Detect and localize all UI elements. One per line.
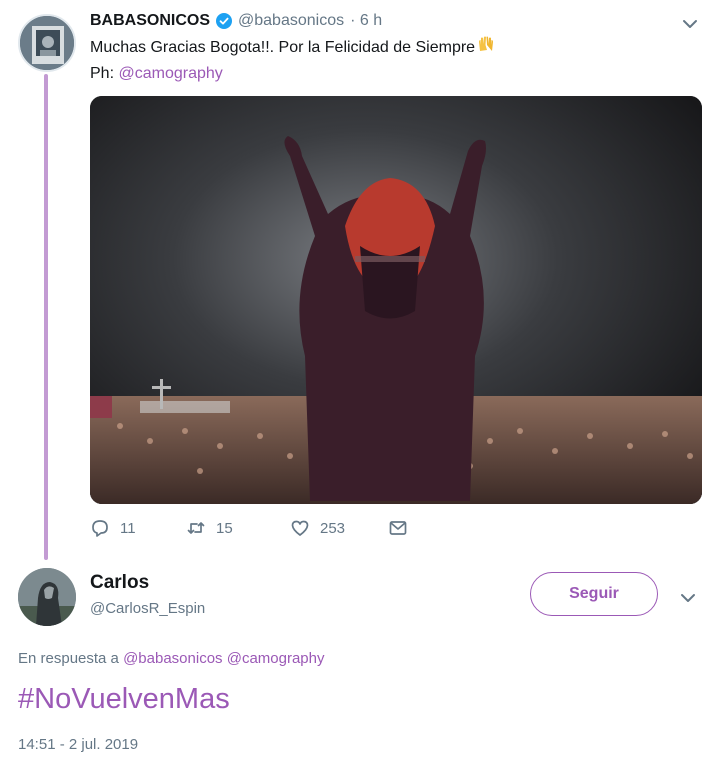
like-action[interactable]: 253 <box>290 518 388 538</box>
author-name[interactable]: BABASONICOS <box>90 12 210 30</box>
reply-context: En respuesta a @babasonicos @camography <box>18 650 325 667</box>
avatar-image <box>18 568 76 626</box>
like-count: 253 <box>320 519 346 537</box>
avatar[interactable] <box>18 14 76 72</box>
credit-mention-link[interactable]: @camography <box>118 65 222 82</box>
chevron-down-icon[interactable] <box>678 588 698 608</box>
tweet-credit: Ph: @camography <box>90 62 223 86</box>
concert-photo-image <box>90 96 702 504</box>
retweet-count: 15 <box>216 519 233 537</box>
reply-mention-link[interactable]: @babasonicos <box>123 650 222 667</box>
verified-badge-icon <box>216 13 233 29</box>
follow-button[interactable]: Seguir <box>530 572 658 616</box>
reply-hashtag-link[interactable]: #NoVuelvenMas <box>18 683 230 716</box>
tweet-text-content: Muchas Gracias Bogota!!. Por la Felicida… <box>90 39 476 56</box>
reply-author-name[interactable]: Carlos <box>90 572 149 594</box>
reply-action[interactable]: 11 <box>90 518 186 538</box>
reply-count: 11 <box>120 519 136 537</box>
tweet-actions: 11 15 253 <box>90 518 408 538</box>
reply-mention-link[interactable]: @camography <box>227 650 325 667</box>
credit-prefix: Ph: <box>90 65 115 82</box>
avatar-image <box>20 16 74 70</box>
mail-icon <box>389 521 407 535</box>
avatar[interactable] <box>18 568 76 626</box>
reply-icon <box>92 520 108 537</box>
tweet-text: Muchas Gracias Bogota!!. Por la Felicida… <box>90 36 495 60</box>
retweet-icon <box>187 522 205 534</box>
reply-author-handle[interactable]: @CarlosR_Espin <box>90 600 205 617</box>
raising-hands-icon <box>477 36 495 60</box>
tweet-time[interactable]: · 6 h <box>350 12 382 30</box>
chevron-down-icon[interactable] <box>680 14 700 34</box>
thread-line <box>44 74 48 560</box>
author-handle[interactable]: @babasonicos <box>238 12 344 30</box>
tweet-photo[interactable] <box>90 96 702 504</box>
message-action[interactable] <box>388 518 408 538</box>
reply-timestamp[interactable]: 14:51 - 2 jul. 2019 <box>18 736 138 753</box>
tweet-header: BABASONICOS @babasonicos · 6 h <box>90 12 382 30</box>
reply-prefix: En respuesta a <box>18 650 119 667</box>
heart-icon <box>291 520 309 536</box>
retweet-action[interactable]: 15 <box>186 518 290 538</box>
